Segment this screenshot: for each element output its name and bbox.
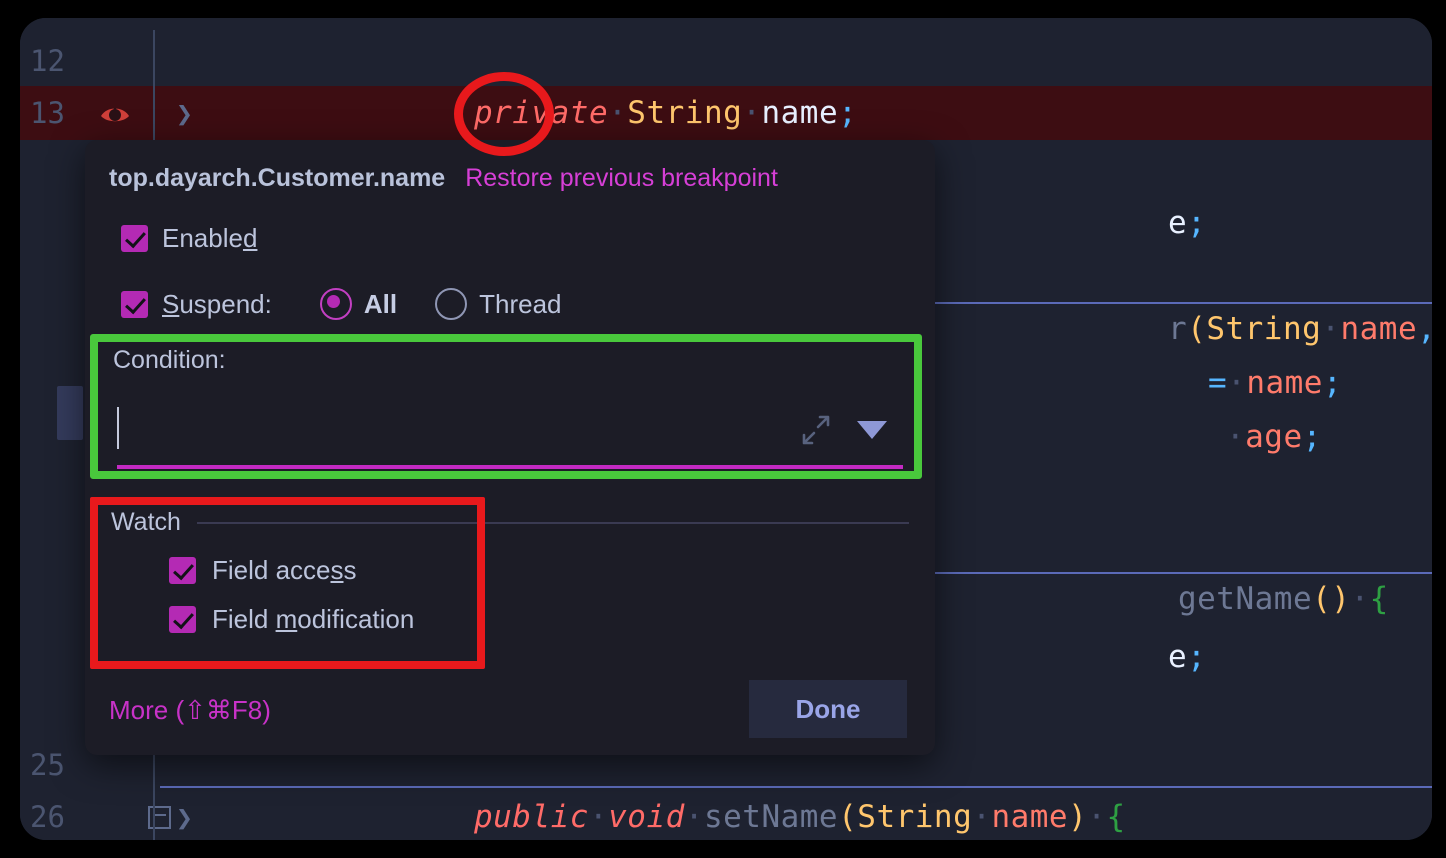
gutter[interactable]: 12 [20, 30, 158, 92]
line-number: 13 [30, 96, 65, 130]
restore-previous-breakpoint-link[interactable]: Restore previous breakpoint [465, 164, 778, 193]
suspend-all-label: All [363, 288, 398, 319]
suspend-policy-group[interactable]: All Thread [319, 288, 562, 320]
enabled-row[interactable]: Enabled [121, 223, 257, 254]
more-options-link[interactable]: More (⇧⌘F8) [109, 695, 271, 726]
line-number: 26 [30, 800, 65, 834]
enabled-label: Enabled [162, 223, 258, 253]
line-number: 25 [30, 748, 65, 782]
breakpoint-path-label: top.dayarch.Customer.name [109, 164, 446, 192]
field-watchpoint-icon[interactable] [98, 96, 132, 130]
enabled-checkbox[interactable] [121, 225, 148, 252]
screenshot-root: 12 13 ❯ private·String·name; e; r(String… [0, 0, 1446, 858]
breakpoint-settings-popup: top.dayarch.Customer.name Restore previo… [85, 140, 935, 755]
suspend-all-radio[interactable]: All [319, 288, 398, 320]
suspend-row[interactable]: Suspend: All Thread [121, 288, 562, 320]
code-line-breakpoint[interactable]: 13 ❯ private·String·name; [20, 82, 1432, 144]
chevron-right-icon[interactable]: ❯ [176, 801, 193, 834]
method-separator [160, 786, 1432, 788]
suspend-checkbox[interactable] [121, 290, 148, 318]
suspend-thread-label: Thread [479, 288, 562, 319]
radio-selected-icon[interactable] [319, 288, 352, 320]
editor-scrollbar-thumb[interactable] [57, 386, 83, 440]
line-number: 12 [30, 44, 65, 78]
radio-unselected-icon[interactable] [435, 288, 468, 320]
done-button[interactable]: Done [749, 680, 907, 738]
chevron-right-icon[interactable]: ❯ [176, 97, 193, 130]
gutter[interactable]: 13 ❯ [20, 82, 193, 144]
fold-toggle-icon[interactable] [148, 806, 171, 829]
popup-header: top.dayarch.Customer.name Restore previo… [109, 164, 778, 193]
code-line[interactable]: 26 ❯ public·void·setName(String·name)·{ [20, 786, 1432, 840]
annotation-breakpoint-circle [454, 72, 554, 156]
ide-window: 12 13 ❯ private·String·name; e; r(String… [20, 18, 1432, 840]
annotation-watch-highlight [90, 497, 485, 669]
ide-window-inner: 12 13 ❯ private·String·name; e; r(String… [20, 18, 1432, 840]
annotation-condition-highlight [90, 334, 922, 479]
suspend-label: Suspend: [162, 288, 272, 319]
suspend-thread-radio[interactable]: Thread [435, 288, 562, 320]
gutter[interactable]: 26 ❯ [20, 786, 193, 840]
code-text: public·void·setName(String·name)·{ [473, 799, 1126, 835]
gutter-separator [153, 82, 155, 144]
gutter-separator [153, 786, 155, 840]
